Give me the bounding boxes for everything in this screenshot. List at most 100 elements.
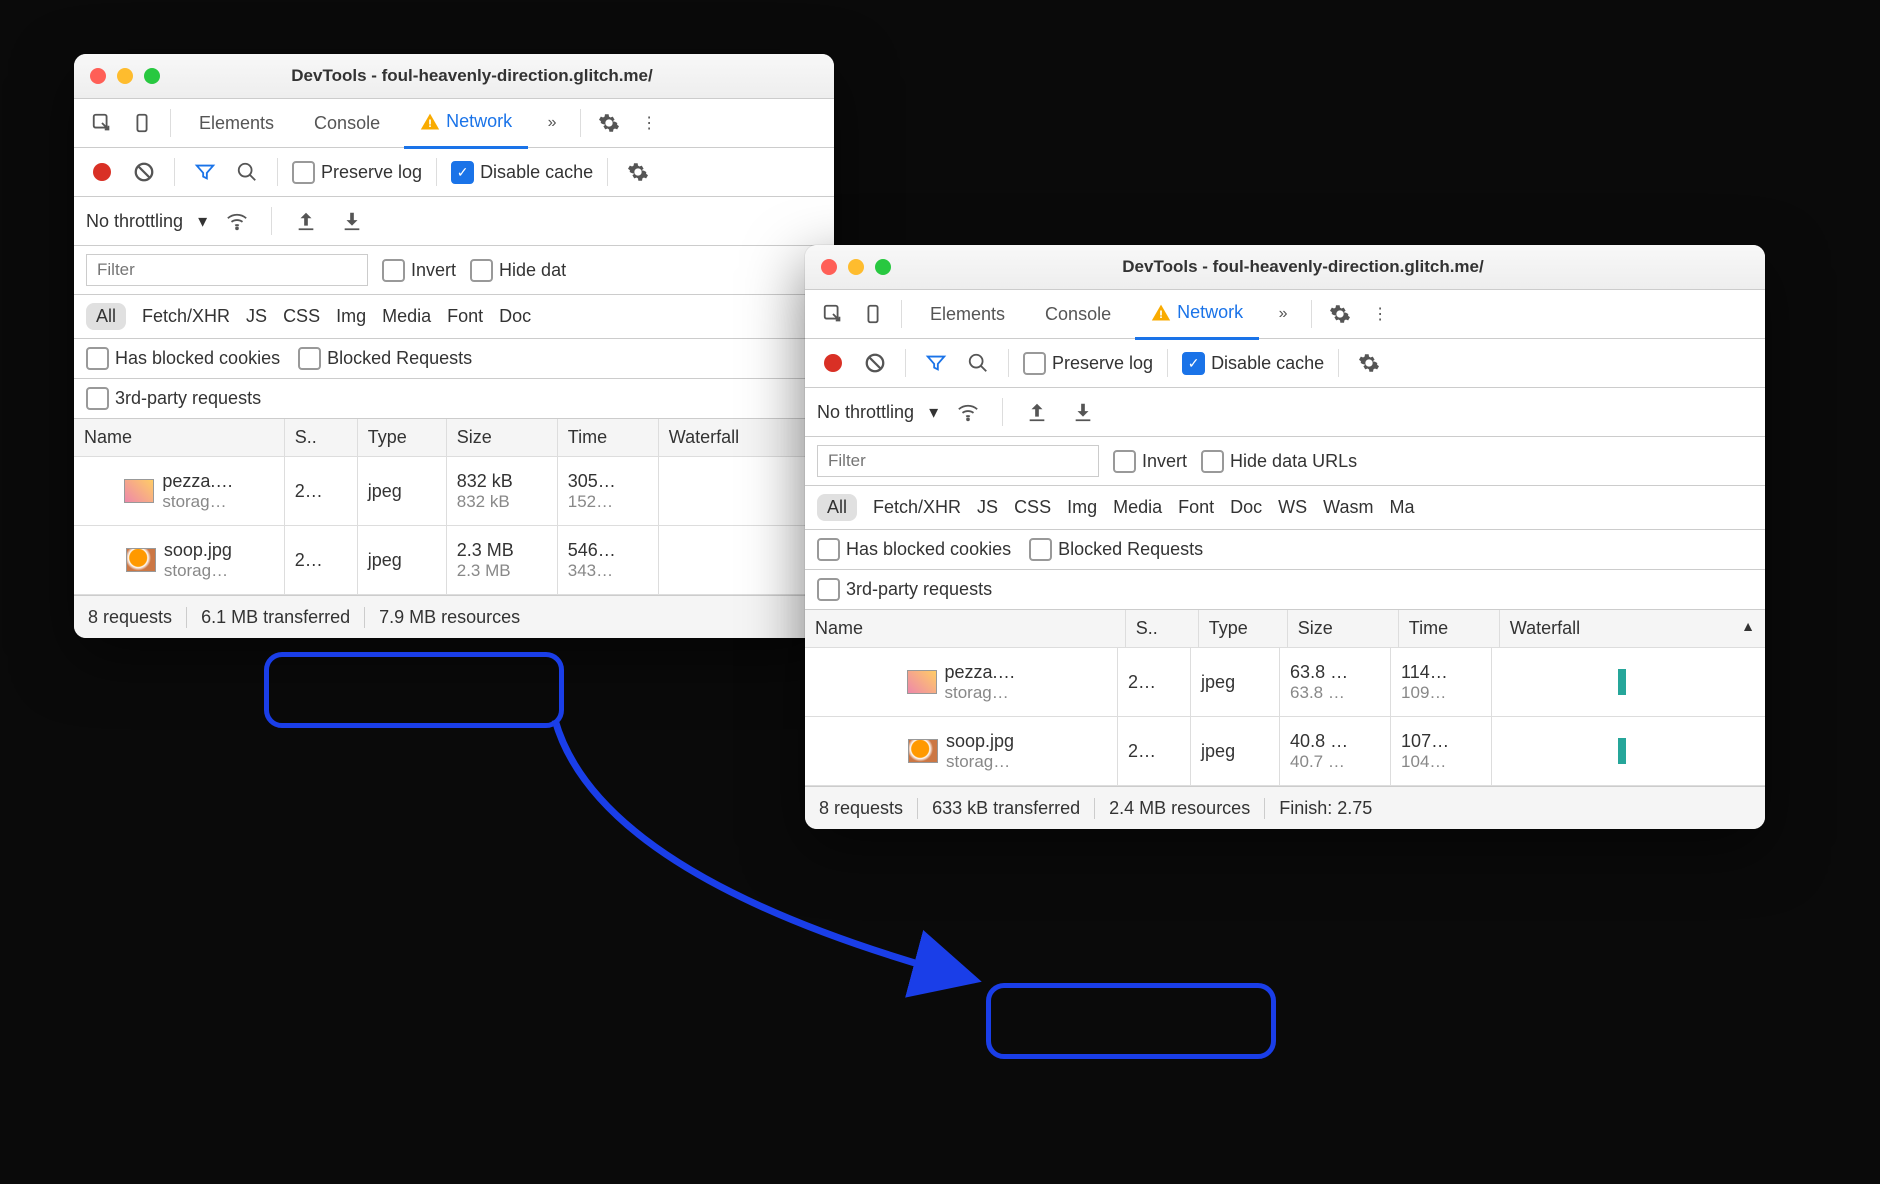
close-icon[interactable] (90, 68, 106, 84)
blocked-requests-checkbox[interactable]: Blocked Requests (298, 347, 472, 370)
col-name[interactable]: Name (74, 419, 285, 456)
filter-img[interactable]: Img (1067, 497, 1097, 518)
blocked-cookies-checkbox[interactable]: Has blocked cookies (86, 347, 280, 370)
filter-icon[interactable] (189, 156, 221, 188)
search-icon[interactable] (962, 347, 994, 379)
devtools-window-before: DevTools - foul-heavenly-direction.glitc… (74, 54, 834, 638)
filter-img[interactable]: Img (336, 306, 366, 327)
invert-checkbox[interactable]: Invert (1113, 450, 1187, 473)
filter-doc[interactable]: Doc (1230, 497, 1262, 518)
size-cell: 63.8 …63.8 … (1280, 648, 1391, 716)
wifi-icon[interactable] (952, 396, 984, 428)
download-icon[interactable] (1067, 396, 1099, 428)
clear-icon[interactable] (859, 347, 891, 379)
inspect-icon[interactable] (86, 107, 118, 139)
throttling-select[interactable]: No throttling ▾ (86, 211, 207, 232)
maximize-icon[interactable] (875, 259, 891, 275)
waterfall-cell (1492, 648, 1765, 716)
preserve-log-checkbox[interactable]: Preserve log (1023, 352, 1153, 375)
request-domain: storag… (946, 752, 1014, 772)
search-icon[interactable] (231, 156, 263, 188)
network-settings-icon[interactable] (1353, 347, 1385, 379)
filter-wasm[interactable]: Wasm (1323, 497, 1373, 518)
upload-icon[interactable] (1021, 396, 1053, 428)
record-icon[interactable] (817, 347, 849, 379)
hide-data-urls-checkbox[interactable]: Hide data URLs (1201, 450, 1357, 473)
filter-manifest[interactable]: Ma (1390, 497, 1415, 518)
filter-font[interactable]: Font (1178, 497, 1214, 518)
clear-icon[interactable] (128, 156, 160, 188)
third-party-checkbox[interactable]: 3rd-party requests (86, 387, 261, 410)
filter-fetch[interactable]: Fetch/XHR (873, 497, 961, 518)
filter-media[interactable]: Media (382, 306, 431, 327)
disable-cache-checkbox[interactable]: ✓Disable cache (451, 161, 593, 184)
throttling-select[interactable]: No throttling ▾ (817, 402, 938, 423)
filter-all[interactable]: All (86, 303, 126, 330)
more-tabs-icon[interactable]: » (1267, 298, 1299, 330)
minimize-icon[interactable] (848, 259, 864, 275)
filter-css[interactable]: CSS (283, 306, 320, 327)
record-icon[interactable] (86, 156, 118, 188)
filter-input[interactable] (817, 445, 1099, 477)
kebab-icon[interactable]: ⋮ (1364, 298, 1396, 330)
titlebar: DevTools - foul-heavenly-direction.glitc… (74, 54, 834, 99)
network-settings-icon[interactable] (622, 156, 654, 188)
filter-all[interactable]: All (817, 494, 857, 521)
col-size[interactable]: Size (447, 419, 558, 456)
upload-icon[interactable] (290, 205, 322, 237)
table-row[interactable]: pezza.…storag… 2… jpeg 832 kB832 kB 305…… (74, 457, 834, 526)
hide-data-urls-checkbox[interactable]: Hide dat (470, 259, 566, 282)
third-party-checkbox[interactable]: 3rd-party requests (817, 578, 992, 601)
preserve-log-checkbox[interactable]: Preserve log (292, 161, 422, 184)
blocked-cookies-checkbox[interactable]: Has blocked cookies (817, 538, 1011, 561)
blocked-requests-checkbox[interactable]: Blocked Requests (1029, 538, 1203, 561)
download-icon[interactable] (336, 205, 368, 237)
filter-css[interactable]: CSS (1014, 497, 1051, 518)
tab-network[interactable]: Network (1135, 289, 1259, 340)
finish-time: Finish: 2.75 (1265, 798, 1386, 819)
tab-elements[interactable]: Elements (183, 99, 290, 147)
settings-icon[interactable] (593, 107, 625, 139)
disable-cache-checkbox[interactable]: ✓Disable cache (1182, 352, 1324, 375)
filter-input[interactable] (86, 254, 368, 286)
settings-icon[interactable] (1324, 298, 1356, 330)
status-bar: 8 requests 6.1 MB transferred 7.9 MB res… (74, 595, 834, 638)
tab-console[interactable]: Console (1029, 290, 1127, 338)
panel-tabs: Elements Console Network » ⋮ (74, 99, 834, 148)
filter-icon[interactable] (920, 347, 952, 379)
col-size[interactable]: Size (1288, 610, 1399, 647)
col-time[interactable]: Time (558, 419, 659, 456)
filter-js[interactable]: JS (246, 306, 267, 327)
col-status[interactable]: S.. (285, 419, 358, 456)
tab-elements[interactable]: Elements (914, 290, 1021, 338)
table-row[interactable]: soop.jpgstorag… 2… jpeg 2.3 MB2.3 MB 546… (74, 526, 834, 595)
waterfall-bar-icon (1618, 738, 1626, 764)
col-name[interactable]: Name (805, 610, 1126, 647)
filter-fetch[interactable]: Fetch/XHR (142, 306, 230, 327)
minimize-icon[interactable] (117, 68, 133, 84)
wifi-icon[interactable] (221, 205, 253, 237)
table-row[interactable]: soop.jpgstorag… 2… jpeg 40.8 …40.7 … 107… (805, 717, 1765, 786)
col-waterfall[interactable]: Waterfall▲ (1500, 610, 1765, 647)
kebab-icon[interactable]: ⋮ (633, 107, 665, 139)
inspect-icon[interactable] (817, 298, 849, 330)
device-icon[interactable] (126, 107, 158, 139)
tab-console[interactable]: Console (298, 99, 396, 147)
tab-network[interactable]: Network (404, 98, 528, 149)
table-row[interactable]: pezza.…storag… 2… jpeg 63.8 …63.8 … 114…… (805, 648, 1765, 717)
invert-checkbox[interactable]: Invert (382, 259, 456, 282)
device-icon[interactable] (857, 298, 889, 330)
more-tabs-icon[interactable]: » (536, 107, 568, 139)
filter-ws[interactable]: WS (1278, 497, 1307, 518)
maximize-icon[interactable] (144, 68, 160, 84)
col-type[interactable]: Type (1199, 610, 1288, 647)
col-time[interactable]: Time (1399, 610, 1500, 647)
filter-js[interactable]: JS (977, 497, 998, 518)
close-icon[interactable] (821, 259, 837, 275)
filter-media[interactable]: Media (1113, 497, 1162, 518)
col-type[interactable]: Type (358, 419, 447, 456)
filter-doc[interactable]: Doc (499, 306, 531, 327)
col-status[interactable]: S.. (1126, 610, 1199, 647)
thumbnail-icon (908, 739, 938, 763)
filter-font[interactable]: Font (447, 306, 483, 327)
